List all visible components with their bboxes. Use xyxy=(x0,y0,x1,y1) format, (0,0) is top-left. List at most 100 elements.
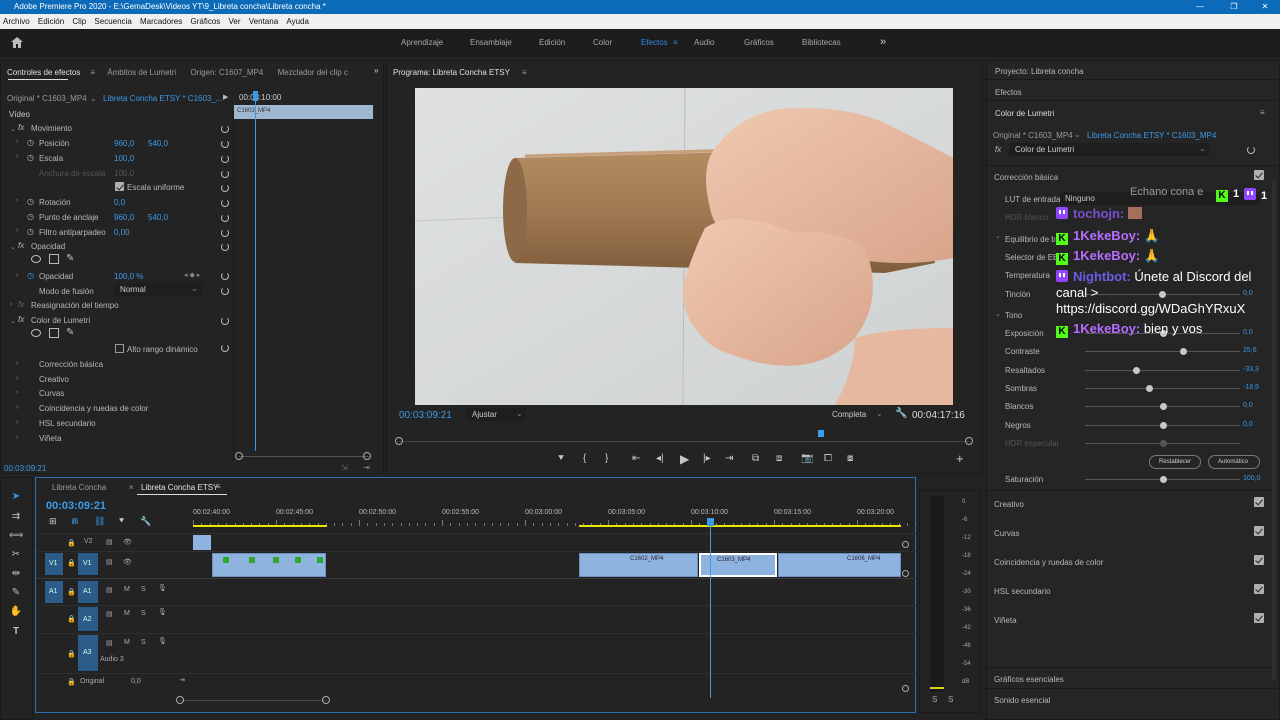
menu-secuencia[interactable]: Secuencia xyxy=(91,14,134,29)
stopwatch-icon[interactable]: ◷ xyxy=(27,212,34,221)
ec-lumetri-caret[interactable]: ⌄ xyxy=(10,317,16,325)
timeline-tab-0[interactable]: Libreta Concha xyxy=(52,483,106,492)
add-marker-icon[interactable]: ⯆ xyxy=(118,516,125,527)
lumetri-project[interactable]: Proyecto: Libreta concha xyxy=(995,67,1084,76)
stopwatch-icon[interactable]: ◷ xyxy=(27,227,34,236)
close-button[interactable]: ✕ xyxy=(1250,0,1280,14)
v2-clip[interactable] xyxy=(193,535,211,550)
saturation-slider[interactable] xyxy=(1085,476,1240,483)
ec-position-y[interactable]: 540,0 xyxy=(148,139,168,148)
reset-icon[interactable] xyxy=(221,170,229,178)
ec-anchor-x[interactable]: 960,0 xyxy=(114,213,134,222)
tone-row-slider[interactable] xyxy=(1085,439,1240,447)
menu-ver[interactable]: Ver xyxy=(226,14,244,29)
maximize-button[interactable]: ❐ xyxy=(1219,0,1249,14)
ec-section-curves[interactable]: Curvas xyxy=(39,389,64,398)
ec-section-wheels[interactable]: Coincidencia y ruedas de color xyxy=(39,404,148,413)
menu-ventana[interactable]: Ventana xyxy=(246,14,281,29)
minimize-button[interactable]: — xyxy=(1185,0,1215,14)
menu-marcadores[interactable]: Marcadores xyxy=(137,14,185,29)
track-a2-target[interactable]: A2 xyxy=(78,607,98,631)
ellipse-mask-icon[interactable] xyxy=(31,329,41,337)
menu-edicion[interactable]: Edición xyxy=(35,14,67,29)
slider-knob[interactable] xyxy=(1159,476,1167,483)
sync-lock-icon[interactable]: ▤ xyxy=(106,610,113,618)
track-height-handle[interactable] xyxy=(902,541,909,548)
rectangle-mask-icon[interactable] xyxy=(49,254,59,264)
tone-row-value[interactable]: -18,9 xyxy=(1243,384,1259,391)
ws-bibliotecas[interactable]: Bibliotecas xyxy=(802,38,841,47)
pen-mask-icon[interactable]: ✎ xyxy=(66,327,74,338)
tone-row-value[interactable]: -33,3 xyxy=(1243,366,1259,373)
reset-icon[interactable] xyxy=(221,344,229,352)
timeline-zoom-scrollbar[interactable] xyxy=(179,700,327,701)
chevron-down-icon[interactable]: ⌄ xyxy=(1074,130,1081,139)
lumetri-sequence[interactable]: Libreta Concha ETSY * C1603_MP4 xyxy=(1087,131,1216,140)
reset-icon[interactable] xyxy=(221,214,229,222)
master-value[interactable]: 0,0 xyxy=(131,678,141,685)
marker-icon[interactable]: ⯆ xyxy=(557,453,565,464)
stopwatch-icon[interactable]: ◷ xyxy=(27,197,34,206)
tab-menu-icon[interactable]: ≡ xyxy=(522,65,527,81)
ec-opacity-value[interactable]: 100,0 % xyxy=(114,272,143,281)
insert-icon[interactable]: ⧠ xyxy=(824,453,832,464)
snap-icon[interactable]: ⋒ xyxy=(71,516,79,527)
ec-playhead-handle[interactable] xyxy=(253,91,258,101)
eye-icon[interactable]: 👁 xyxy=(123,538,132,546)
tone-row-value[interactable]: 0,0 xyxy=(1243,402,1253,409)
section-caret[interactable]: › xyxy=(16,434,18,441)
hand-tool-icon[interactable]: ✋ xyxy=(9,606,23,618)
ws-efectos[interactable]: Efectos xyxy=(641,38,668,47)
tone-row-slider[interactable] xyxy=(1085,384,1240,392)
slider-knob[interactable] xyxy=(1133,366,1141,374)
sync-lock-icon[interactable]: ▤ xyxy=(106,538,113,546)
ws-edicion[interactable]: Edición xyxy=(539,38,565,47)
home-icon[interactable] xyxy=(10,36,24,49)
timeline-tab-1[interactable]: Libreta Concha ETSY xyxy=(141,483,218,492)
lock-icon[interactable]: 🔒 xyxy=(67,539,76,547)
reset-icon[interactable] xyxy=(221,184,229,192)
quality-select[interactable]: Completa ⌄ xyxy=(826,408,886,421)
reset-icon[interactable] xyxy=(221,317,229,325)
panel-more-icon[interactable]: » xyxy=(374,66,378,75)
overwrite-icon[interactable]: ⧇ xyxy=(847,453,853,464)
step-forward-icon[interactable]: |▸ xyxy=(703,453,711,464)
lock-icon[interactable]: 🔒 xyxy=(67,650,76,658)
hdr-checkbox[interactable] xyxy=(115,344,124,353)
program-scrubber[interactable] xyxy=(399,441,969,442)
lock-icon[interactable]: 🔒 xyxy=(67,588,76,596)
ws-more-button[interactable]: » xyxy=(880,36,886,48)
ec-scale-value[interactable]: 100,0 xyxy=(114,154,134,163)
stopwatch-active-icon[interactable]: ◷ xyxy=(27,271,34,280)
keyframe-nav-icon[interactable]: ◂ ◆ ▸ xyxy=(184,271,200,279)
wrench-icon[interactable]: 🔧 xyxy=(895,408,907,419)
ripple-tool-icon[interactable]: ⟺ xyxy=(9,530,23,542)
menu-clip[interactable]: Clip xyxy=(69,14,89,29)
essential-graphics-tab[interactable]: Gráficos esenciales xyxy=(994,675,1064,684)
settings-wrench-icon[interactable]: 🔧 xyxy=(140,516,151,527)
ec-section-basic[interactable]: Corrección básica xyxy=(39,360,103,369)
section-checkbox[interactable] xyxy=(1254,555,1264,565)
mark-in-icon[interactable]: { xyxy=(583,453,586,464)
selection-tool-icon[interactable]: ➤ xyxy=(9,491,23,503)
section-caret[interactable]: › xyxy=(16,389,18,396)
tab-menu-icon[interactable]: ≡ xyxy=(90,65,95,81)
go-to-end-icon[interactable]: ⇥ xyxy=(179,676,185,684)
reset-icon[interactable] xyxy=(221,199,229,207)
lumetri-fx-select[interactable]: Color de Lumetri ⌄ xyxy=(1009,143,1209,156)
reset-button[interactable]: Restablecer xyxy=(1149,455,1201,469)
track-height-handle[interactable] xyxy=(902,685,909,692)
section-checkbox[interactable] xyxy=(1254,526,1264,536)
tone-caret[interactable]: ⌄ xyxy=(995,310,1001,318)
scrub-end-handle[interactable] xyxy=(965,437,973,445)
ws-color[interactable]: Color xyxy=(593,38,612,47)
video-clip[interactable] xyxy=(212,553,326,577)
mute-button[interactable]: M xyxy=(124,586,130,593)
lumetri-section-curves[interactable]: Curvas xyxy=(994,529,1019,538)
razor-tool-icon[interactable]: ✂ xyxy=(9,549,23,561)
extract-icon[interactable]: ⧈ xyxy=(776,453,782,464)
slider-knob[interactable] xyxy=(1159,421,1167,429)
reset-icon[interactable] xyxy=(221,155,229,163)
eye-icon[interactable]: 👁 xyxy=(123,558,132,566)
nest-icon[interactable]: ⊞ xyxy=(49,516,57,527)
